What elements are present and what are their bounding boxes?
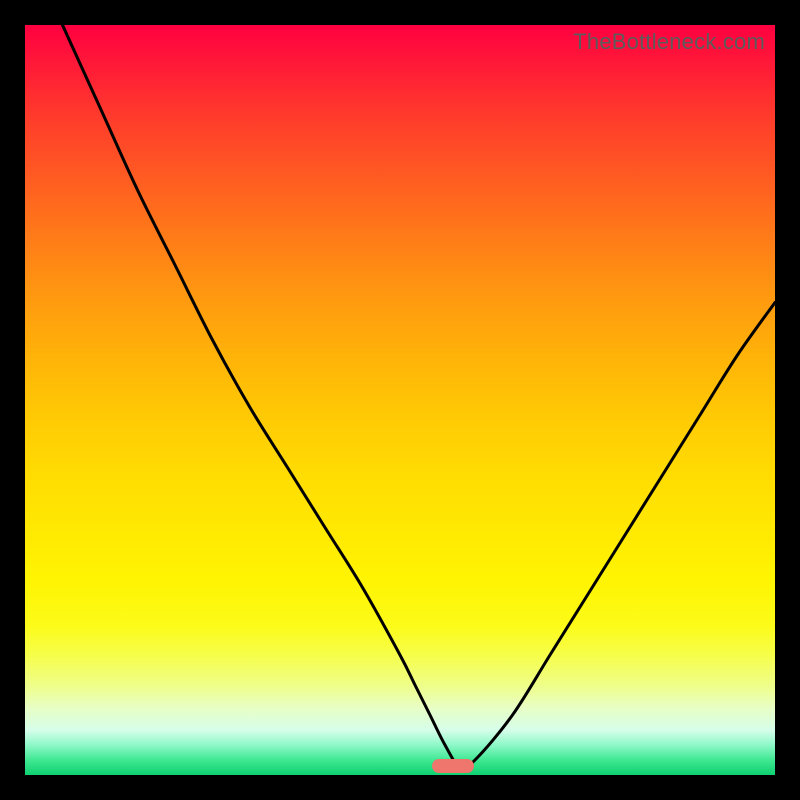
bottleneck-curve — [25, 25, 775, 775]
plot-area: TheBottleneck.com — [25, 25, 775, 775]
minimum-marker — [432, 759, 474, 773]
chart-frame: TheBottleneck.com — [0, 0, 800, 800]
